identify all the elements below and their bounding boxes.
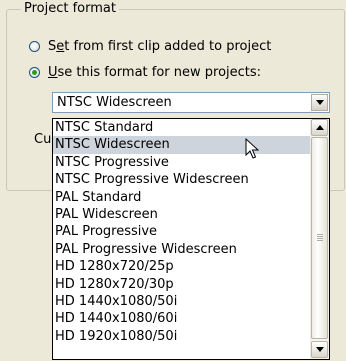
dropdown-item[interactable]: NTSC Standard bbox=[53, 119, 311, 136]
dropdown-item[interactable]: NTSC Progressive Widescreen bbox=[53, 171, 311, 188]
mouse-pointer-icon bbox=[245, 138, 259, 159]
format-combobox[interactable]: NTSC Widescreen bbox=[52, 92, 330, 113]
format-dropdown-list[interactable]: NTSC Standard NTSC Widescreen NTSC Progres… bbox=[52, 118, 330, 360]
radio-label: Use this format for new projects: bbox=[48, 64, 262, 80]
partially-hidden-label: Cu bbox=[34, 132, 52, 147]
dropdown-item[interactable]: PAL Standard bbox=[53, 189, 311, 206]
dropdown-item[interactable]: NTSC Progressive bbox=[53, 154, 311, 171]
group-title: Project format bbox=[21, 1, 119, 16]
radio-checked[interactable] bbox=[29, 66, 40, 78]
combobox-value: NTSC Widescreen bbox=[57, 95, 172, 110]
arrow-up-icon bbox=[315, 125, 324, 130]
dropdown-item[interactable]: PAL Progressive Widescreen bbox=[53, 241, 311, 258]
arrow-down-icon bbox=[315, 347, 324, 352]
dropdown-item[interactable]: HD 1280x720/25p bbox=[53, 258, 311, 275]
grip-line bbox=[317, 238, 323, 239]
dropdown-item[interactable]: HD 1280x720/30p bbox=[53, 276, 311, 293]
grip-line bbox=[317, 234, 323, 235]
radio-label: Set from first clip added to project bbox=[48, 38, 272, 54]
dropdown-item[interactable]: PAL Widescreen bbox=[53, 206, 311, 223]
dropdown-item[interactable]: HD 1440x1080/60i bbox=[53, 310, 311, 327]
dropdown-item[interactable]: HD 1440x1080/50i bbox=[53, 293, 311, 310]
radio-unchecked[interactable] bbox=[29, 40, 40, 52]
radio-set-from-first-clip[interactable]: Set from first clip added to project bbox=[29, 37, 271, 55]
scroll-down-button[interactable] bbox=[311, 341, 328, 358]
chevron-down-icon bbox=[315, 100, 324, 105]
grip-line bbox=[317, 240, 323, 241]
dropdown-item[interactable]: HD 1920x1080/50i bbox=[53, 328, 311, 345]
grip-line bbox=[317, 236, 323, 237]
scroll-up-button[interactable] bbox=[311, 119, 328, 136]
dropdown-item[interactable]: NTSC Widescreen bbox=[53, 136, 311, 154]
dropdown-items: NTSC Standard NTSC Widescreen NTSC Progres… bbox=[53, 119, 311, 345]
scrollbar-thumb[interactable] bbox=[311, 137, 328, 339]
combobox-dropdown-button[interactable] bbox=[311, 94, 328, 111]
dropdown-item[interactable]: PAL Progressive bbox=[53, 223, 311, 240]
vertical-scrollbar[interactable] bbox=[310, 119, 329, 359]
radio-use-this-format[interactable]: Use this format for new projects: bbox=[29, 63, 261, 81]
